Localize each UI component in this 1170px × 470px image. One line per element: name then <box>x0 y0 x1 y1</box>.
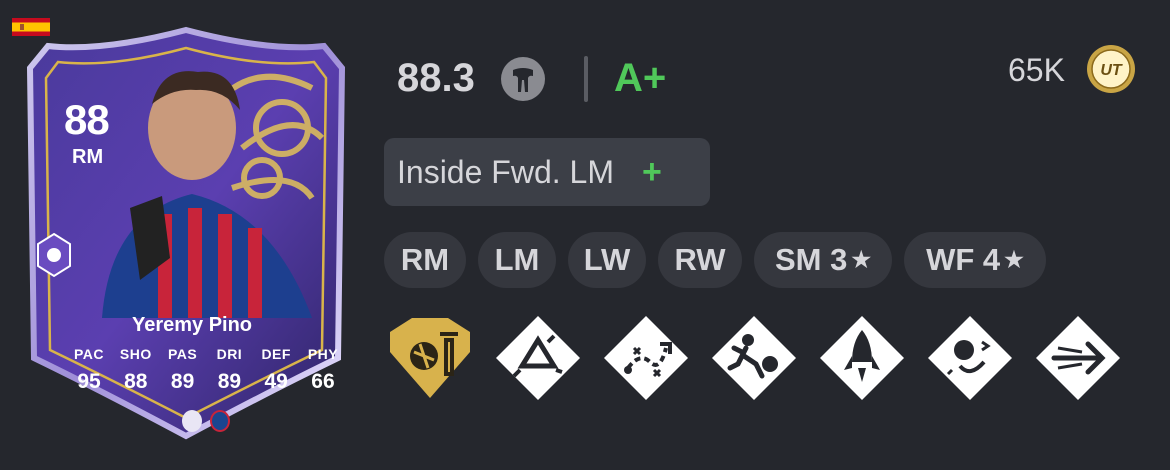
role-plus-icon: + <box>641 152 662 191</box>
card-rating: 88 <box>64 96 110 143</box>
role-selector[interactable]: Inside Fwd. LM + <box>384 138 710 206</box>
coin-label: UT <box>1100 62 1123 79</box>
stat-label: PAS <box>167 346 198 362</box>
stat-value: 89 <box>217 370 242 393</box>
stat-sho: SHO 88 <box>115 346 157 394</box>
position-chip-lw[interactable]: LW <box>568 232 646 288</box>
card-stats: PAC 95 SHO 88 PAS 89 DRI 89 DEF 49 PHY 6… <box>68 346 344 394</box>
gold-playstyle-plus-icon[interactable] <box>384 312 476 404</box>
tiki-taka-playstyle-icon[interactable] <box>600 312 692 404</box>
position-chips: RM LM LW RW SM 3 ★ WF 4 ★ <box>384 232 1046 288</box>
chip-label: WF 4 <box>926 242 1001 277</box>
stat-dri: DRI 89 <box>208 346 250 394</box>
spain-flag-icon <box>12 18 50 36</box>
player-card[interactable]: 88 RM Yeremy Pino PAC 95 SHO 88 PAS 89 D… <box>12 18 360 440</box>
stat-pas: PAS 89 <box>162 346 204 394</box>
player-grade: A+ <box>614 56 667 100</box>
card-player-name: Yeremy Pino <box>131 314 253 336</box>
player-score: 88.3 <box>397 56 475 100</box>
position-chip-rm[interactable]: RM <box>384 232 466 288</box>
crystal-palace-icon <box>210 410 230 432</box>
card-roleplus-badge <box>37 232 71 278</box>
stat-label: SHO <box>119 346 152 362</box>
stat-value: 49 <box>264 370 288 393</box>
stat-label: DRI <box>216 346 243 362</box>
chip-label: LM <box>494 242 540 277</box>
ut-coin-icon: UT <box>1087 45 1135 93</box>
rebound-playstyle-icon[interactable] <box>492 312 584 404</box>
stat-pac: PAC 95 <box>68 346 110 394</box>
star-icon: ★ <box>851 247 872 272</box>
premier-league-icon <box>182 410 202 432</box>
skill-moves-chip[interactable]: SM 3 ★ <box>754 232 892 288</box>
weak-foot-chip[interactable]: WF 4 ★ <box>904 232 1046 288</box>
role-label: Inside Fwd. LM <box>397 153 614 190</box>
chip-label: RM <box>400 242 450 277</box>
position-chip-lm[interactable]: LM <box>478 232 556 288</box>
chip-label: RW <box>674 242 726 277</box>
stat-value: 95 <box>77 370 101 393</box>
stat-value: 89 <box>170 370 195 393</box>
star-icon: ★ <box>1004 247 1024 272</box>
stat-label: PAC <box>73 346 105 362</box>
stat-phy: PHY 66 <box>302 346 344 394</box>
stat-value: 88 <box>124 370 148 393</box>
first-touch-playstyle-icon[interactable] <box>708 312 800 404</box>
summary-divider <box>584 56 588 102</box>
body-type-icon <box>501 57 545 101</box>
stat-label: PHY <box>307 346 339 362</box>
stat-def: DEF 49 <box>255 346 297 394</box>
position-chip-rw[interactable]: RW <box>658 232 742 288</box>
technical-playstyle-icon[interactable] <box>924 312 1016 404</box>
chip-label: SM 3 <box>774 242 848 277</box>
chip-label: LW <box>583 242 631 277</box>
quick-step-playstyle-icon[interactable] <box>1032 312 1124 404</box>
price-label: 65K <box>1008 52 1065 88</box>
rapid-playstyle-icon[interactable] <box>816 312 908 404</box>
card-position: RM <box>72 146 104 168</box>
stat-label: DEF <box>261 346 291 362</box>
stat-value: 66 <box>311 370 335 393</box>
